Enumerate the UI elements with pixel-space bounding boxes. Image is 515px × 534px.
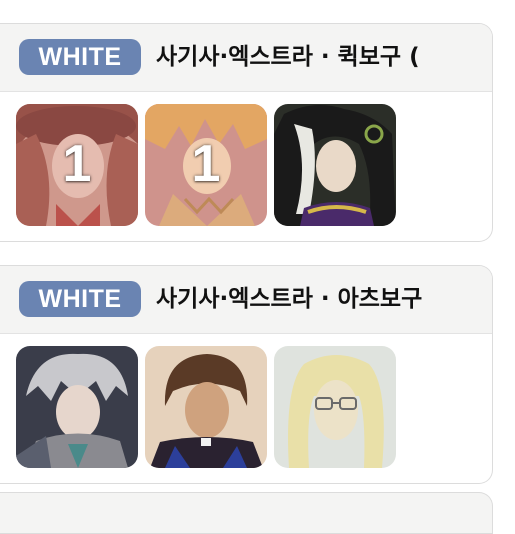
servant-group-card: WHITE 사기사·엑스트라 · 퀵보구 ( 1 1 (0, 23, 493, 242)
class-badge: WHITE (19, 281, 141, 317)
servant-thumbnail[interactable]: 1 (16, 104, 138, 226)
class-badge: WHITE (19, 39, 141, 75)
blonde-glasses-servant-portrait (274, 346, 396, 468)
servant-thumbnail[interactable] (145, 346, 267, 468)
card-title: 사기사·엑스트라 · 퀵보구 ( (156, 44, 420, 70)
quantity-count: 1 (62, 135, 92, 193)
servant-thumbnail[interactable] (16, 346, 138, 468)
quantity-count: 1 (191, 135, 221, 193)
black-white-haired-servant-portrait (274, 104, 396, 226)
servant-thumbnail[interactable] (274, 346, 396, 468)
servant-thumbnail[interactable] (274, 104, 396, 226)
silver-haired-servant-portrait (16, 346, 138, 468)
card-title: 사기사·엑스트라 · 아츠보구 (156, 286, 423, 312)
servant-thumbnail[interactable]: 1 (145, 104, 267, 226)
servant-group-card: WHITE 사기사·엑스트라 · 아츠보구 (0, 265, 493, 484)
card-header: WHITE 사기사·엑스트라 · 퀵보구 ( (0, 24, 492, 92)
card-header: WHITE 사기사·엑스트라 · 아츠보구 (0, 266, 492, 334)
next-card-edge (0, 492, 493, 534)
brown-haired-priest-portrait (145, 346, 267, 468)
